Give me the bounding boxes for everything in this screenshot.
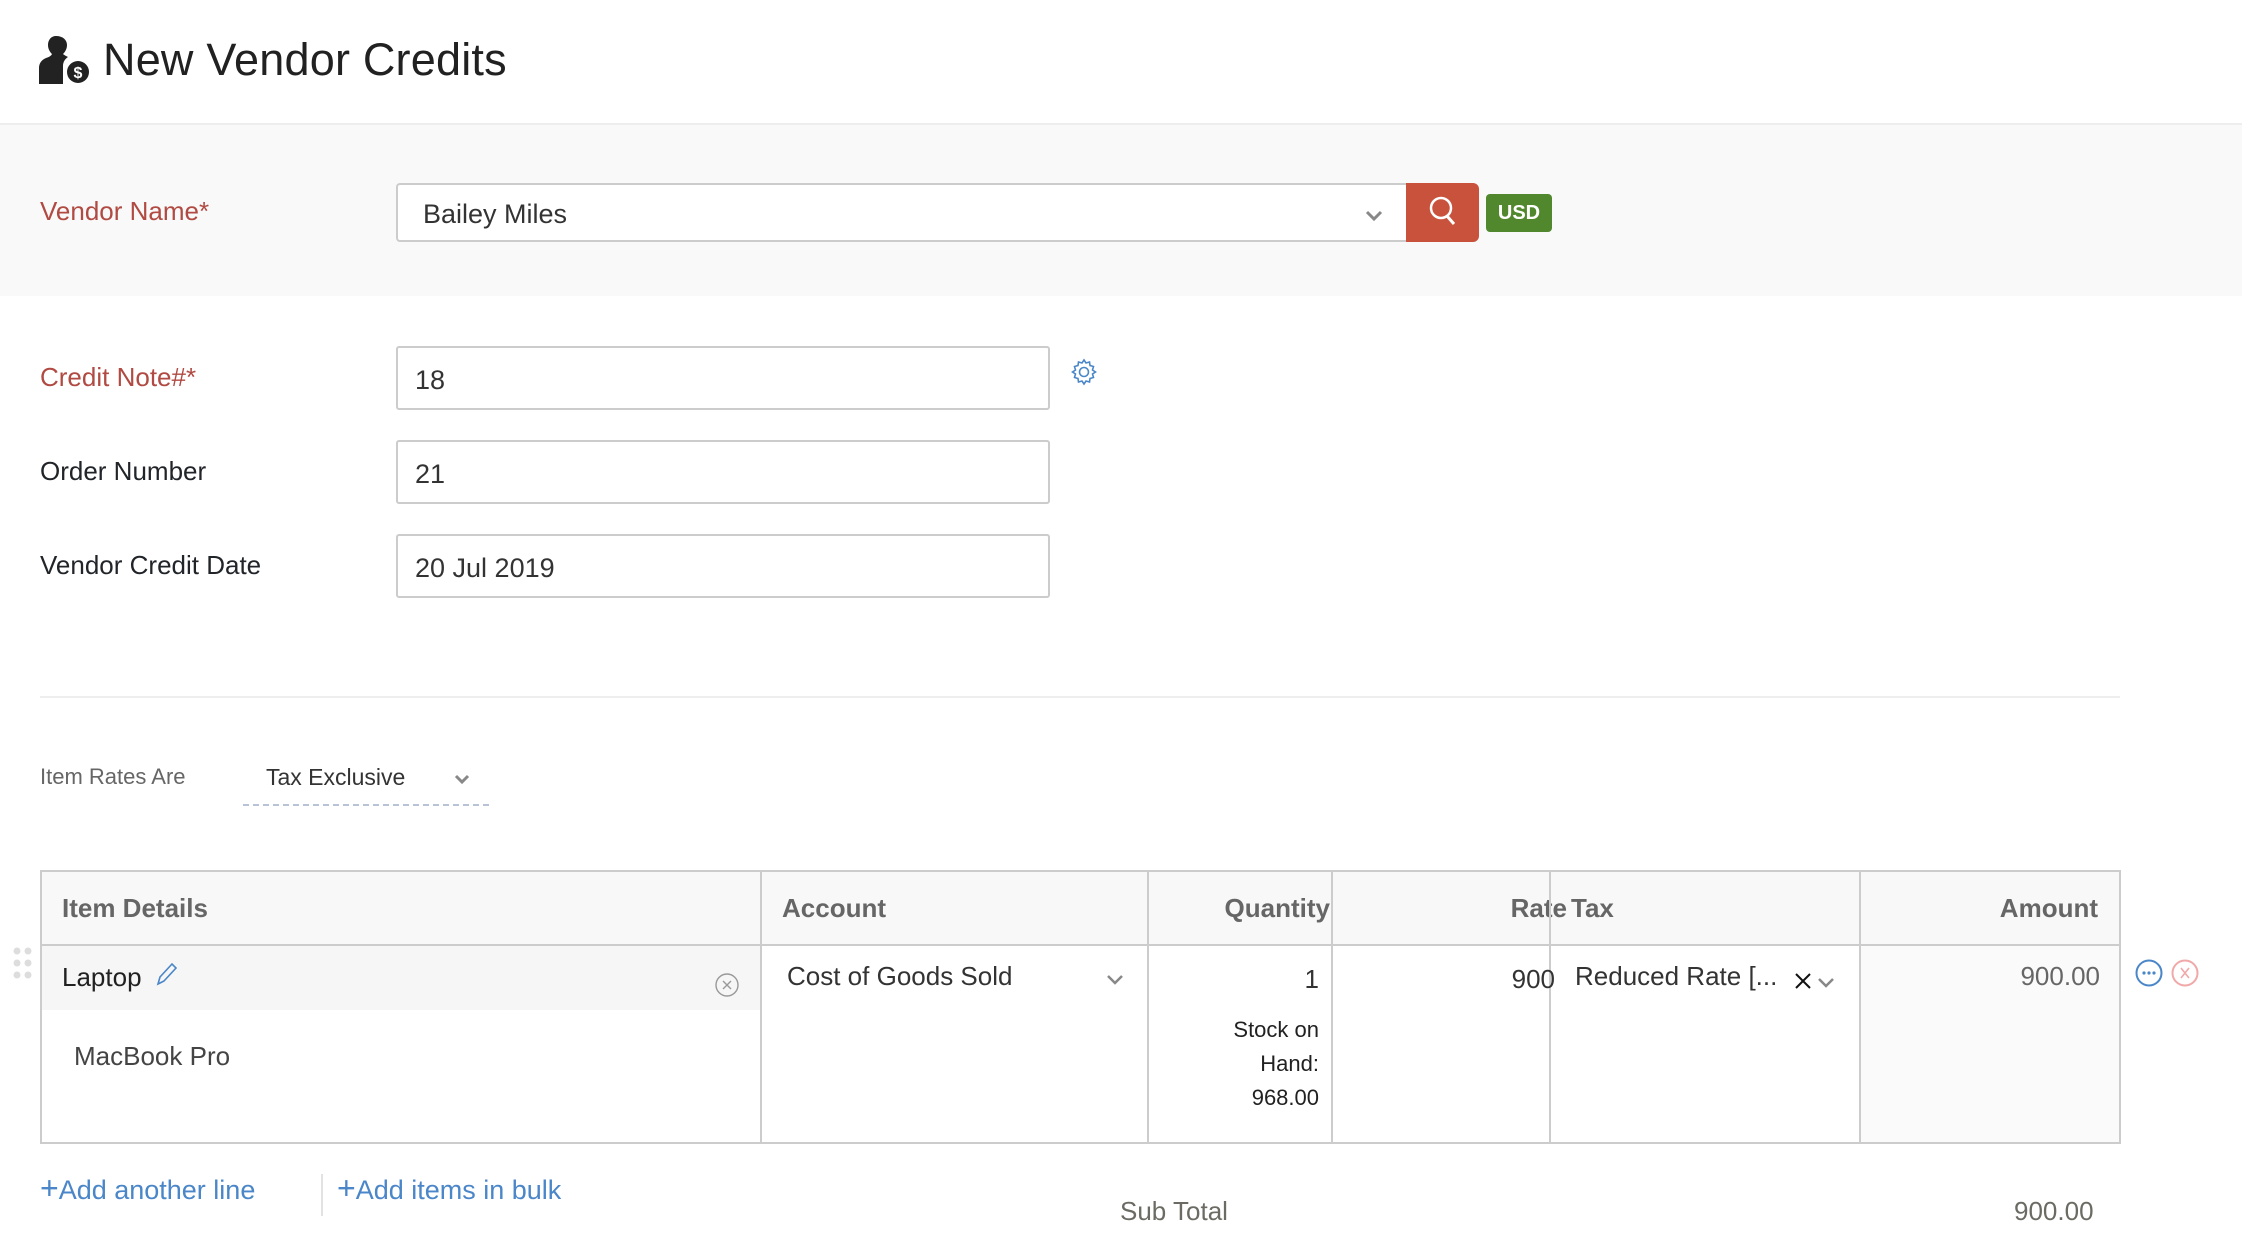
account-value[interactable]: Cost of Goods Sold <box>787 961 1012 992</box>
item-rates-value: Tax Exclusive <box>266 764 406 790</box>
item-rates-select[interactable]: Tax Exclusive <box>243 756 489 806</box>
order-number-label: Order Number <box>40 456 207 486</box>
add-items-in-bulk-label: Add items in bulk <box>355 1175 562 1205</box>
amount-value: 900.00 <box>2020 961 2100 991</box>
column-header-quantity: Quantity <box>1224 893 1330 923</box>
clear-tax-icon[interactable] <box>1793 970 1813 992</box>
add-another-line-label: Add another line <box>58 1175 256 1205</box>
chevron-down-icon[interactable] <box>1817 976 1835 990</box>
rate-value[interactable]: 900 <box>1337 964 1555 995</box>
item-description[interactable]: MacBook Pro <box>74 1041 230 1072</box>
item-rates-label: Item Rates Are <box>40 764 186 789</box>
subtotal-label: Sub Total <box>1120 1196 1228 1226</box>
vendor-credit-date-value: 20 Jul 2019 <box>415 553 555 583</box>
page-title: New Vendor Credits <box>103 34 507 85</box>
chevron-down-icon <box>454 774 470 785</box>
stock-on-hand-value: 968.00 <box>1251 1085 1319 1110</box>
chevron-down-icon[interactable] <box>1106 972 1124 988</box>
add-items-in-bulk-link[interactable]: +Add items in bulk <box>337 1172 562 1206</box>
vendor-credit-date-label: Vendor Credit Date <box>40 550 262 580</box>
order-number-input[interactable]: 21 <box>396 440 1050 504</box>
plus-icon: + <box>337 1170 356 1206</box>
items-table: Item Details Account Quantity Rate Tax A… <box>40 870 2121 1144</box>
link-divider <box>321 1174 323 1216</box>
vendor-name-value: Bailey Miles <box>423 199 568 229</box>
tax-value[interactable]: Reduced Rate [... <box>1575 961 1777 992</box>
add-another-line-link[interactable]: +Add another line <box>40 1172 256 1206</box>
column-divider <box>1859 872 1861 1142</box>
table-header: Item Details Account Quantity Rate Tax A… <box>42 872 2119 946</box>
column-divider <box>1549 872 1551 1142</box>
column-divider <box>1147 872 1149 1142</box>
column-header-amount: Amount <box>1999 893 2098 923</box>
column-divider <box>760 872 762 1142</box>
svg-text:$: $ <box>74 65 83 82</box>
stock-on-hand-label-2: Hand: <box>1260 1051 1319 1076</box>
pencil-icon[interactable] <box>154 960 180 988</box>
vendor-credit-icon: $ <box>39 36 91 85</box>
remove-row-icon[interactable] <box>2170 958 2200 988</box>
order-number-value: 21 <box>415 459 446 489</box>
plus-icon: + <box>40 1170 59 1206</box>
column-header-account: Account <box>782 893 886 923</box>
column-header-rate: Rate <box>1510 893 1567 923</box>
chevron-down-icon <box>1365 210 1383 222</box>
vendor-name-label: Vendor Name* <box>40 196 210 226</box>
vendor-search-button[interactable] <box>1406 183 1479 242</box>
currency-badge: USD <box>1486 194 1552 232</box>
subtotal-value: 900.00 <box>2014 1196 2094 1226</box>
column-header-item-details: Item Details <box>62 893 208 923</box>
item-name[interactable]: Laptop <box>62 962 142 993</box>
vendor-credit-date-input[interactable]: 20 Jul 2019 <box>396 534 1050 598</box>
section-divider <box>40 696 2120 698</box>
vendor-name-select[interactable]: Bailey Miles <box>396 183 1406 242</box>
credit-note-value: 18 <box>415 365 446 395</box>
item-name-field[interactable] <box>42 946 760 1010</box>
drag-handle-icon[interactable] <box>12 946 34 980</box>
stock-on-hand-label: Stock on <box>1233 1017 1319 1042</box>
credit-note-input[interactable]: 18 <box>396 346 1050 410</box>
more-options-icon[interactable] <box>2134 958 2164 988</box>
column-header-tax: Tax <box>1571 893 1614 923</box>
clear-item-icon[interactable] <box>714 972 740 998</box>
gear-icon[interactable] <box>1069 357 1099 387</box>
credit-note-label: Credit Note#* <box>40 362 197 392</box>
search-icon <box>1429 196 1455 225</box>
column-divider <box>1331 872 1333 1142</box>
quantity-value[interactable]: 1 <box>1152 964 1319 995</box>
